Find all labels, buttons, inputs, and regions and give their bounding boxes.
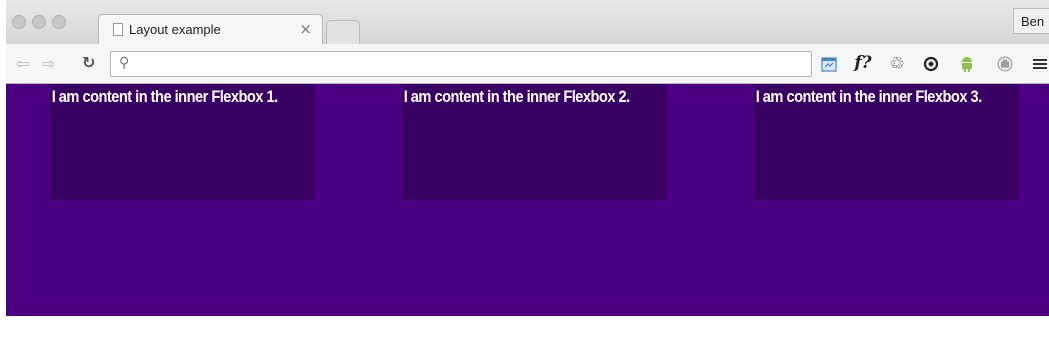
browser-window: Layout example × Ben ⇦ ⇨ ↻ ⚲ f? ♲ I am c… [6,0,1049,316]
inner-flexbox-1-text: I am content in the inner Flexbox 1. [51,87,278,106]
calendar-icon[interactable] [818,53,840,75]
window-controls [12,15,66,29]
inner-flexbox-2: I am content in the inner Flexbox 2. [402,84,666,200]
tab-strip: Layout example × Ben [6,0,1049,44]
recycle-icon[interactable]: ♲ [886,53,908,75]
page-viewport: I am content in the inner Flexbox 1. I a… [6,84,1049,316]
search-icon: ⚲ [119,55,130,71]
address-bar[interactable]: ⚲ [110,51,812,77]
address-input[interactable] [139,54,803,76]
outer-flexbox: I am content in the inner Flexbox 1. I a… [6,84,1049,316]
menu-icon[interactable] [1029,53,1049,75]
back-arrow-icon[interactable]: ⇦ [16,54,29,73]
profile-button[interactable]: Ben [1013,8,1049,34]
sync-icon[interactable] [920,53,942,75]
tab-active[interactable]: Layout example × [98,14,323,44]
close-window-button[interactable] [12,15,26,29]
toolbar: ⇦ ⇨ ↻ ⚲ f? ♲ [6,44,1049,84]
maximize-window-button[interactable] [52,15,66,29]
android-icon[interactable] [956,53,978,75]
tab-close-icon[interactable]: × [299,20,312,38]
fonts-icon[interactable]: f? [852,52,874,74]
inner-flexbox-2-text: I am content in the inner Flexbox 2. [403,87,630,106]
inner-flexbox-3-text: I am content in the inner Flexbox 3. [755,87,982,106]
minimize-window-button[interactable] [32,15,46,29]
forward-arrow-icon[interactable]: ⇨ [42,54,55,73]
inner-flexbox-3: I am content in the inner Flexbox 3. [754,84,1018,200]
inner-flexbox-1: I am content in the inner Flexbox 1. [50,84,314,200]
document-icon [113,23,123,36]
hand-icon[interactable] [994,53,1016,75]
tab-title: Layout example [129,22,221,37]
new-tab-button[interactable] [326,20,360,44]
reload-icon[interactable]: ↻ [82,53,95,72]
